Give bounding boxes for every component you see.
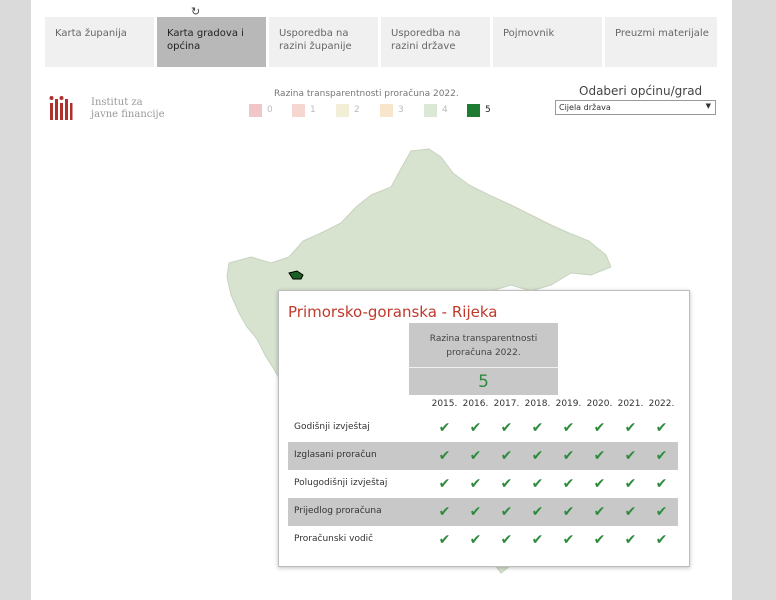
year-2019: 2019.: [555, 399, 582, 409]
year-2018: 2018.: [524, 399, 551, 409]
row-label: Izglasani proračun: [294, 450, 377, 460]
legend-swatch-5: [467, 104, 480, 117]
year-2015: 2015.: [431, 399, 458, 409]
legend-label-1: 1: [310, 105, 316, 115]
year-2016: 2016.: [462, 399, 489, 409]
logo-line-1: Institut za: [91, 97, 143, 108]
tab-bar: Karta županija Karta gradova i općina Us…: [45, 17, 717, 69]
legend-label-3: 3: [398, 105, 404, 115]
checkmark-icon: ✔: [655, 420, 668, 436]
ijf-logo-mark: [49, 96, 73, 120]
row-label: Godišnji izvještaj: [294, 422, 370, 432]
dashboard-page: ↻ Karta županija Karta gradova i općina …: [31, 0, 732, 600]
logo-line-2: javne financije: [91, 109, 165, 120]
checkmark-icon: ✔: [500, 420, 513, 436]
year-2020: 2020.: [586, 399, 613, 409]
tab-karta-zupanija[interactable]: Karta županija: [45, 17, 154, 67]
legend-swatch-0: [249, 104, 262, 117]
checkmark-icon: ✔: [655, 448, 668, 464]
checkmark-icon: ✔: [593, 476, 606, 492]
rating-label: Razina transparentnosti proračuna 2022.: [409, 332, 558, 360]
checkmark-icon: ✔: [469, 420, 482, 436]
year-2022: 2022.: [648, 399, 675, 409]
checkmark-icon: ✔: [469, 448, 482, 464]
rating-separator: [409, 367, 558, 368]
checkmark-icon: ✔: [593, 420, 606, 436]
checkmark-icon: ✔: [624, 504, 637, 520]
checkmark-icon: ✔: [593, 532, 606, 548]
legend-label-4: 4: [442, 105, 448, 115]
report-row-godisnji-izvjestaj: Godišnji izvještaj ✔ ✔ ✔ ✔ ✔ ✔ ✔ ✔: [288, 414, 678, 442]
checkmark-icon: ✔: [562, 476, 575, 492]
tab-preuzmi-materijale[interactable]: Preuzmi materijale: [605, 17, 717, 67]
checkmark-icon: ✔: [655, 532, 668, 548]
checkmark-icon: ✔: [624, 448, 637, 464]
legend-swatch-4: [424, 104, 437, 117]
checkmark-icon: ✔: [562, 448, 575, 464]
checkmark-icon: ✔: [531, 420, 544, 436]
rating-box: Razina transparentnosti proračuna 2022. …: [409, 323, 558, 395]
checkmark-icon: ✔: [655, 504, 668, 520]
year-2017: 2017.: [493, 399, 520, 409]
municipality-select-value: Cijela država: [559, 103, 611, 112]
checkmark-icon: ✔: [500, 504, 513, 520]
checkmark-icon: ✔: [562, 532, 575, 548]
report-row-polugodisnji-izvjestaj: Polugodišnji izvještaj ✔ ✔ ✔ ✔ ✔ ✔ ✔ ✔: [288, 470, 678, 498]
year-2021: 2021.: [617, 399, 644, 409]
legend-label-5: 5: [485, 105, 491, 115]
checkmark-icon: ✔: [531, 504, 544, 520]
selector-title: Odaberi općinu/grad: [579, 84, 703, 98]
checkmark-icon: ✔: [531, 476, 544, 492]
rijeka-detail-tooltip: Primorsko-goranska - Rijeka Razina trans…: [278, 290, 690, 567]
row-label: Polugodišnji izvještaj: [294, 478, 388, 488]
checkmark-icon: ✔: [438, 420, 451, 436]
legend-swatch-3: [380, 104, 393, 117]
checkmark-icon: ✔: [438, 476, 451, 492]
tab-pojmovnik[interactable]: Pojmovnik: [493, 17, 602, 67]
checkmark-icon: ✔: [500, 476, 513, 492]
checkmark-icon: ✔: [469, 532, 482, 548]
legend-label-2: 2: [354, 105, 360, 115]
checkmark-icon: ✔: [438, 532, 451, 548]
checkmark-icon: ✔: [438, 504, 451, 520]
ijf-logo: Institut za javne financije: [49, 92, 169, 128]
checkmark-icon: ✔: [593, 448, 606, 464]
legend-title: Razina transparentnosti proračuna 2022.: [274, 89, 459, 99]
chevron-down-icon[interactable]: ▼: [706, 102, 711, 110]
row-label: Prijedlog proračuna: [294, 506, 382, 516]
checkmark-icon: ✔: [438, 448, 451, 464]
rating-value: 5: [478, 372, 489, 392]
legend-label-0: 0: [267, 105, 273, 115]
checkmark-icon: ✔: [593, 504, 606, 520]
checkmark-icon: ✔: [562, 420, 575, 436]
tab-karta-gradova-i-opcina[interactable]: Karta gradova i općina: [157, 17, 266, 67]
report-row-prijedlog-proracuna: Prijedlog proračuna ✔ ✔ ✔ ✔ ✔ ✔ ✔ ✔: [288, 498, 678, 526]
checkmark-icon: ✔: [624, 420, 637, 436]
municipality-select[interactable]: Cijela država ▼: [555, 100, 716, 115]
tab-usporedba-zupanije[interactable]: Usporedba na razini županije: [269, 17, 378, 67]
checkmark-icon: ✔: [624, 532, 637, 548]
report-row-proracunski-vodic: Proračunski vodič ✔ ✔ ✔ ✔ ✔ ✔ ✔ ✔: [288, 526, 678, 554]
tab-usporedba-drzave[interactable]: Usporedba na razini države: [381, 17, 490, 67]
rating-label-line-2: proračuna 2022.: [446, 348, 521, 358]
checkmark-icon: ✔: [624, 476, 637, 492]
tooltip-title: Primorsko-goranska - Rijeka: [288, 303, 498, 321]
checkmark-icon: ✔: [562, 504, 575, 520]
checkmark-icon: ✔: [469, 476, 482, 492]
row-label: Proračunski vodič: [294, 534, 374, 544]
report-row-izglasani-proracun: Izglasani proračun ✔ ✔ ✔ ✔ ✔ ✔ ✔ ✔: [288, 442, 678, 470]
legend-swatch-1: [292, 104, 305, 117]
rating-label-line-1: Razina transparentnosti: [429, 334, 538, 344]
checkmark-icon: ✔: [531, 532, 544, 548]
checkmark-icon: ✔: [655, 476, 668, 492]
checkmark-icon: ✔: [531, 448, 544, 464]
checkmark-icon: ✔: [500, 532, 513, 548]
checkmark-icon: ✔: [500, 448, 513, 464]
ijf-logo-text: Institut za javne financije: [91, 97, 165, 121]
legend-swatch-2: [336, 104, 349, 117]
checkmark-icon: ✔: [469, 504, 482, 520]
